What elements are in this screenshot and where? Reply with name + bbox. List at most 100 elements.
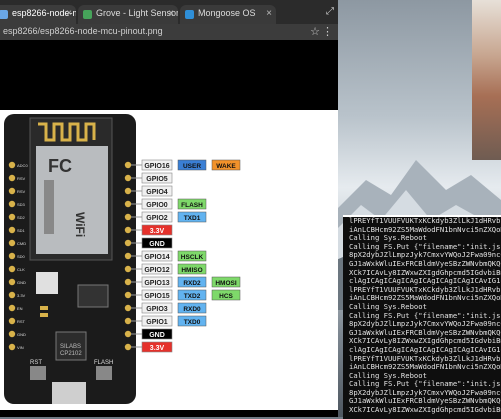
function-tag-label: HMISO: [181, 267, 202, 274]
terminal-window: lPREYfT1VUUFVUKTxKCkdyb3ZlLkJ1dHRvbi5hdH…: [343, 215, 501, 419]
right-pin: [124, 317, 132, 325]
gpio-label: 3.3V: [150, 345, 165, 352]
svg-text:SILABS: SILABS: [60, 344, 81, 350]
right-pin: [124, 226, 132, 234]
left-pin-label: RST: [17, 319, 26, 324]
right-pin: [124, 291, 132, 299]
left-pin-label: GND: [17, 332, 26, 337]
gpio-label: GPIO12: [144, 267, 169, 274]
svg-text:CP2102: CP2102: [60, 351, 82, 357]
left-pin: [8, 343, 16, 351]
left-pin-label: EN: [17, 306, 23, 311]
left-pin: [8, 239, 16, 247]
right-pin: [124, 343, 132, 351]
nodemcu-pinout-image: FC WiFi SILABS CP2102 RST FLASH ADC0 RSV R…: [0, 110, 338, 410]
function-tag-label: WAKE: [216, 163, 236, 170]
gpio-label: GPIO0: [146, 202, 168, 209]
left-pin-label: SD1: [17, 228, 26, 233]
svg-text:FC: FC: [48, 156, 72, 176]
right-pin: [124, 330, 132, 338]
right-pin: [124, 252, 132, 260]
maximize-icon[interactable]: ⤢: [326, 6, 334, 17]
image-viewport: FC WiFi SILABS CP2102 RST FLASH ADC0 RSV R…: [0, 40, 338, 417]
left-pin-label: 3.3V: [17, 293, 26, 298]
right-pin: [124, 265, 132, 273]
left-pin: [8, 252, 16, 260]
left-pin: [8, 161, 16, 169]
left-pin: [8, 330, 16, 338]
function-tag-label: USER: [183, 163, 201, 170]
left-pin-label: RSV: [17, 189, 26, 194]
gpio-label: GPIO2: [146, 215, 168, 222]
left-pin-label: ADC0: [17, 163, 28, 168]
seeed-icon: [83, 10, 92, 19]
right-pin: [124, 174, 132, 182]
function-tag-label: RXD0: [183, 306, 201, 313]
left-pin-label: CLK: [17, 267, 25, 272]
gpio-label: GPIO16: [144, 163, 169, 170]
webcam-photo: [472, 0, 501, 160]
left-pin: [8, 317, 16, 325]
close-icon[interactable]: ×: [66, 8, 72, 19]
right-pin: [124, 304, 132, 312]
menu-icon[interactable]: ⋮: [322, 25, 333, 38]
gpio-label: GPIO15: [144, 293, 169, 300]
left-pin-label: SD3: [17, 202, 26, 207]
right-pin: [124, 200, 132, 208]
gpio-label: 3.3V: [150, 228, 165, 235]
gpio-label: GND: [149, 332, 165, 339]
left-pin: [8, 226, 16, 234]
rst-label: RST: [30, 360, 42, 366]
tab-grove-light-sensor[interactable]: Grove - Light Sensor - Seeed Wiki ×: [78, 5, 178, 24]
svg-text:WiFi: WiFi: [73, 212, 87, 237]
tab-pinout-image[interactable]: esp8266-node-mcu-pinout.png ×: [0, 5, 76, 24]
right-pin: [124, 187, 132, 195]
function-tag-label: TXD0: [184, 319, 201, 326]
star-icon[interactable]: ☆: [310, 25, 320, 38]
gpio-label: GND: [149, 241, 165, 248]
address-bar[interactable]: esp8266/esp8266-node-mcu-pinout.png ☆ ⋮: [0, 24, 338, 40]
right-pin: [124, 278, 132, 286]
tab-mongoose-os[interactable]: Mongoose OS ×: [180, 5, 276, 24]
function-tag-label: HCS: [219, 293, 233, 300]
terminal-line: XCk7ICAvLy8IZWxwZXIgdGhpcmd5IGdvbiBmaGF0…: [349, 405, 501, 415]
left-pin-label: VIN: [17, 345, 24, 350]
left-pin: [8, 291, 16, 299]
right-pin: [124, 161, 132, 169]
function-tag-label: HSCLK: [181, 254, 204, 261]
tab-bar: esp8266-node-mcu-pinout.png × Grove - Li…: [0, 0, 338, 24]
browser-window: esp8266-node-mcu-pinout.png × Grove - Li…: [0, 0, 338, 417]
left-pin: [8, 213, 16, 221]
gpio-label: GPIO13: [144, 280, 169, 287]
left-pin: [8, 304, 16, 312]
function-tag-label: HMOSI: [215, 280, 237, 287]
usb-port: [52, 382, 86, 404]
left-pin-label: SD2: [17, 215, 26, 220]
gpio-label: GPIO4: [146, 189, 168, 196]
gpio-label: GPIO3: [146, 306, 168, 313]
left-pin-label: GND: [17, 280, 26, 285]
url-text: esp8266/esp8266-node-mcu-pinout.png: [3, 26, 163, 36]
left-pin: [8, 278, 16, 286]
image-icon: [0, 10, 8, 19]
right-pin: [124, 239, 132, 247]
gpio-label: GPIO1: [146, 319, 168, 326]
tab-label: Mongoose OS: [198, 8, 256, 18]
left-pin-label: RSV: [17, 176, 26, 181]
mongoose-icon: [185, 10, 194, 19]
gpio-label: GPIO5: [146, 176, 168, 183]
left-pin-label: SD0: [17, 254, 26, 259]
flash-label: FLASH: [94, 360, 113, 366]
left-pin: [8, 265, 16, 273]
left-pin-label: CMD: [17, 241, 26, 246]
function-tag-label: FLASH: [181, 202, 203, 209]
gpio-label: GPIO14: [144, 254, 169, 261]
function-tag-label: TXD1: [184, 215, 201, 222]
close-icon[interactable]: ×: [168, 8, 174, 19]
right-pin: [124, 213, 132, 221]
close-icon[interactable]: ×: [266, 8, 272, 19]
left-pin: [8, 174, 16, 182]
function-tag-label: RXD2: [183, 280, 201, 287]
function-tag-label: TXD2: [184, 293, 201, 300]
left-pin: [8, 200, 16, 208]
